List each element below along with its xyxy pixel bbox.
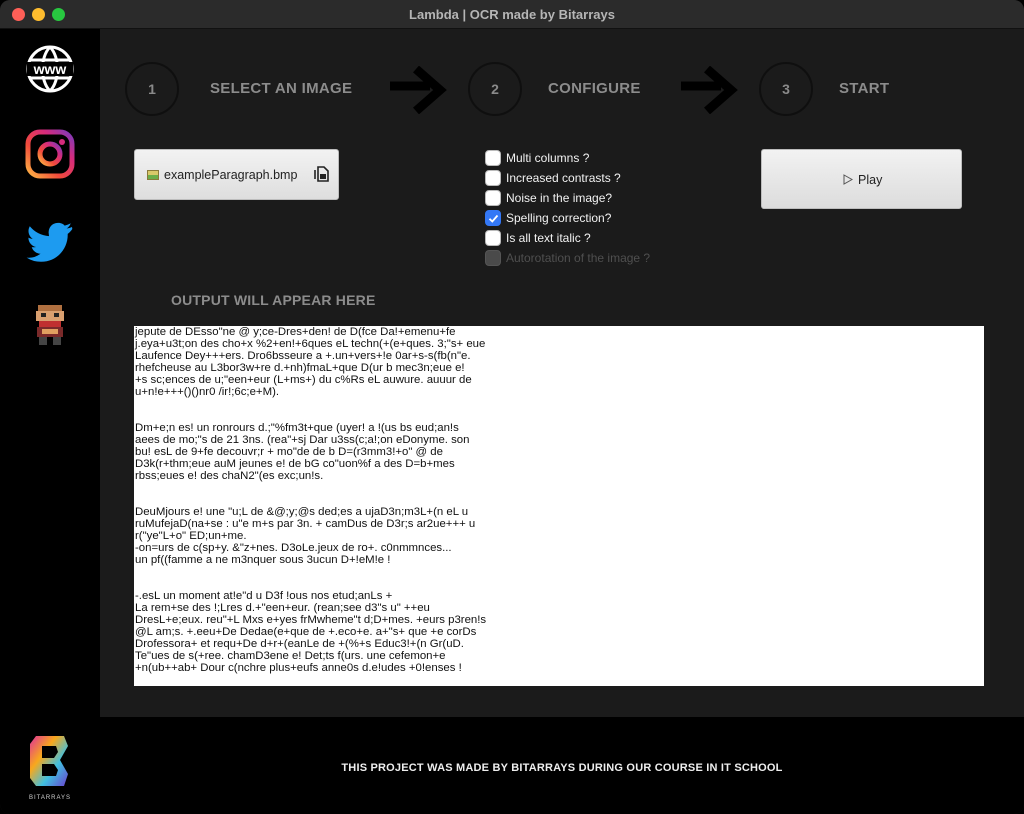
option-label: Multi columns ? — [506, 151, 590, 165]
checkbox-checked[interactable] — [485, 210, 501, 226]
checkbox[interactable] — [485, 150, 501, 166]
play-label: Play — [858, 173, 883, 187]
option-label: Autorotation of the image ? — [506, 251, 651, 265]
pixel-character-icon[interactable] — [33, 303, 67, 347]
step-2-label: CONFIGURE — [548, 80, 641, 97]
window-title: Lambda | OCR made by Bitarrays — [409, 7, 615, 22]
instagram-icon[interactable] — [25, 129, 75, 179]
step-2-circle: 2 — [468, 62, 522, 116]
globe-www-icon[interactable]: www — [25, 44, 75, 94]
twitter-icon[interactable] — [25, 217, 75, 267]
step-arrow-icon — [390, 66, 447, 114]
step-1-label: SELECT AN IMAGE — [210, 80, 353, 97]
option-label: Increased contrasts ? — [506, 171, 621, 185]
play-icon — [843, 174, 853, 185]
footer-text: THIS PROJECT WAS MADE BY BITARRAYS DURIN… — [341, 762, 783, 774]
option-label: Noise in the image? — [506, 191, 613, 205]
option-label: Spelling correction? — [506, 211, 612, 225]
output-text: jepute de DEsso"ne @ y;ce-Dres+den! de D… — [135, 326, 487, 674]
option-multi-columns[interactable]: Multi columns ? — [485, 150, 685, 167]
play-button[interactable]: Play — [761, 149, 962, 209]
option-noise[interactable]: Noise in the image? — [485, 190, 685, 207]
checkmark-icon — [488, 214, 499, 223]
app-window: Lambda | OCR made by Bitarrays www BITAR… — [0, 0, 1024, 814]
bmp-file-icon — [147, 170, 159, 180]
output-heading: OUTPUT WILL APPEAR HERE — [171, 292, 376, 308]
option-italic[interactable]: Is all text italic ? — [485, 230, 685, 247]
selected-file-name: exampleParagraph.bmp — [164, 168, 298, 182]
footer: THIS PROJECT WAS MADE BY BITARRAYS DURIN… — [100, 717, 1024, 814]
checkbox[interactable] — [485, 230, 501, 246]
step-1-circle: 1 — [125, 62, 179, 116]
option-increased-contrasts[interactable]: Increased contrasts ? — [485, 170, 685, 187]
option-label: Is all text italic ? — [506, 231, 591, 245]
sidebar: www BITARRAYS — [0, 29, 100, 814]
checkbox[interactable] — [485, 190, 501, 206]
option-spelling-correction[interactable]: Spelling correction? — [485, 210, 685, 227]
title-bar: Lambda | OCR made by Bitarrays — [0, 0, 1024, 29]
step-arrow-icon — [681, 66, 738, 114]
checkbox-disabled — [485, 250, 501, 266]
option-autorotation: Autorotation of the image ? — [485, 250, 685, 267]
step-3-circle: 3 — [759, 62, 813, 116]
output-text-area[interactable]: jepute de DEsso"ne @ y;ce-Dres+den! de D… — [134, 326, 984, 686]
bitarrays-logo — [30, 736, 68, 786]
select-image-button[interactable]: exampleParagraph.bmp — [134, 149, 339, 200]
checkbox[interactable] — [485, 170, 501, 186]
document-icon[interactable] — [314, 166, 330, 182]
brand-label: BITARRAYS — [28, 795, 72, 801]
step-3-label: START — [839, 80, 890, 97]
svg-text:www: www — [33, 61, 67, 77]
